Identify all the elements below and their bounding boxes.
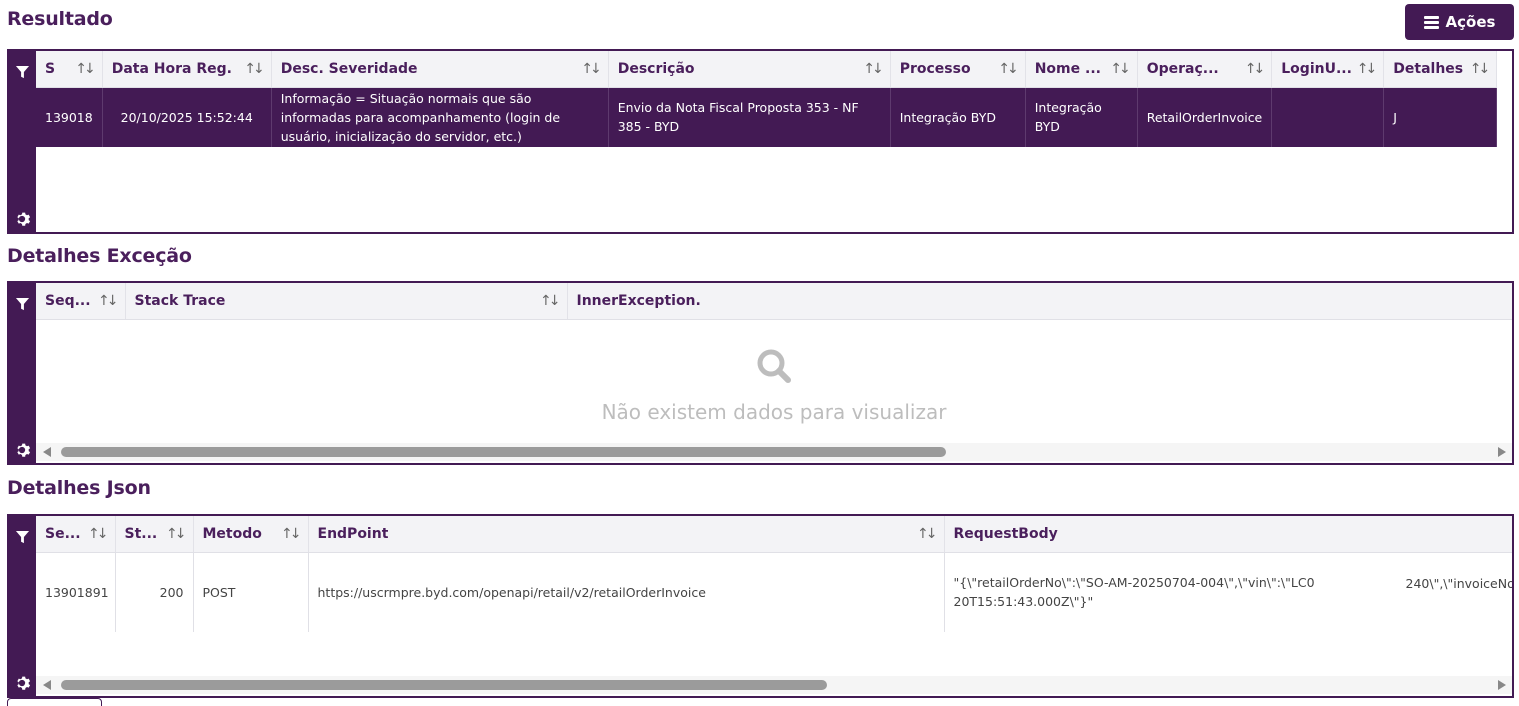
col-header-detalhes[interactable]: Detalhes ↑↓	[1383, 51, 1498, 88]
col-header-login[interactable]: LoginU... ↑↓	[1271, 51, 1385, 88]
json-grid: Se... ↑↓ St... ↑↓ Metodo ↑↓ EndPoint ↑↓ Requ…	[7, 514, 1514, 698]
search-icon	[757, 349, 791, 383]
cell-seq: 13901891	[36, 552, 116, 632]
col-header-processo[interactable]: Processo ↑↓	[890, 51, 1026, 88]
cell-data-hora: 20/10/2025 15:52:44	[102, 87, 272, 147]
scroll-thumb[interactable]	[61, 447, 946, 457]
sort-icon[interactable]: ↑↓	[88, 526, 109, 542]
excecao-title: Detalhes Exceção	[7, 245, 192, 267]
sort-icon[interactable]: ↑↓	[98, 293, 119, 309]
cell-request-body: "{\"retailOrderNo\":\"SO-AM-20250704-004…	[944, 552, 1512, 632]
request-body-line-1b: 240\",\"invoiceNo	[1405, 575, 1513, 591]
sort-icon[interactable]: ↑↓	[281, 526, 302, 542]
actions-button[interactable]: Ações	[1405, 4, 1514, 40]
json-table: Se... ↑↓ St... ↑↓ Metodo ↑↓ EndPoint ↑↓ Requ…	[36, 516, 1512, 632]
resultado-table: S ↑↓ Data Hora Reg. ↑↓ Desc. Severidade ↑↓ …	[36, 51, 1498, 147]
cell-status: 200	[115, 552, 194, 632]
col-header-seq[interactable]: Se... ↑↓	[36, 516, 116, 553]
cell-operacao: RetailOrderInvoice	[1137, 87, 1273, 147]
col-header-stack-trace[interactable]: Stack Trace ↑↓	[125, 283, 568, 320]
sort-icon[interactable]: ↑↓	[1245, 61, 1266, 77]
gear-icon[interactable]	[13, 441, 31, 459]
col-header-descricao[interactable]: Descrição ↑↓	[608, 51, 891, 88]
json-title: Detalhes Json	[7, 477, 151, 499]
grid-sidebar	[9, 516, 36, 696]
col-header-severidade[interactable]: Desc. Severidade ↑↓	[271, 51, 609, 88]
cell-login	[1271, 87, 1385, 147]
cell-detalhes: J	[1383, 87, 1498, 147]
col-header-status[interactable]: St... ↑↓	[115, 516, 194, 553]
gear-icon[interactable]	[13, 210, 31, 228]
sort-icon[interactable]: ↑↓	[1357, 61, 1378, 77]
sort-icon[interactable]: ↑↓	[75, 61, 96, 77]
sort-icon[interactable]: ↑↓	[540, 293, 561, 309]
col-header-operacao[interactable]: Operaç... ↑↓	[1137, 51, 1273, 88]
resultado-title: Resultado	[7, 8, 113, 30]
request-body-line-2: 20T15:51:43.000Z\"}"	[953, 594, 1094, 610]
horizontal-scrollbar[interactable]	[36, 676, 1512, 694]
request-body-line-1: "{\"retailOrderNo\":\"SO-AM-20250704-004…	[953, 575, 1315, 591]
actions-label: Ações	[1445, 13, 1496, 31]
empty-message: Não existem dados para visualizar	[601, 400, 947, 424]
resultado-grid: S ↑↓ Data Hora Reg. ↑↓ Desc. Severidade ↑↓ …	[7, 49, 1514, 234]
gear-icon[interactable]	[13, 674, 31, 692]
col-header-nome[interactable]: Nome ... ↑↓	[1025, 51, 1138, 88]
col-header-metodo[interactable]: Metodo ↑↓	[193, 516, 309, 553]
sort-icon[interactable]: ↑↓	[581, 61, 602, 77]
cell-severidade: Informação = Situação normais que são in…	[271, 87, 609, 147]
col-header-endpoint[interactable]: EndPoint ↑↓	[308, 516, 945, 553]
col-header-data-hora[interactable]: Data Hora Reg. ↑↓	[102, 51, 272, 88]
excecao-table: Seq... ↑↓ Stack Trace ↑↓ InnerException.	[36, 283, 1512, 320]
scroll-thumb[interactable]	[61, 680, 827, 690]
cell-endpoint: https://uscrmpre.byd.com/openapi/retail/…	[308, 552, 945, 632]
sort-icon[interactable]: ↑↓	[863, 61, 884, 77]
sort-icon[interactable]: ↑↓	[166, 526, 187, 542]
filter-icon[interactable]	[15, 65, 30, 80]
scroll-left-icon[interactable]	[43, 447, 51, 457]
empty-state: Não existem dados para visualizar	[36, 347, 1512, 424]
cell-descricao: Envio da Nota Fiscal Proposta 353 - NF 3…	[608, 87, 891, 147]
filter-icon[interactable]	[15, 530, 30, 545]
scroll-right-icon[interactable]	[1498, 680, 1506, 690]
grid-sidebar	[9, 283, 36, 463]
col-header-request-body[interactable]: RequestBody	[944, 516, 1512, 553]
sort-icon[interactable]: ↑↓	[1110, 61, 1131, 77]
menu-icon	[1423, 16, 1439, 29]
table-row[interactable]: 139018 20/10/2025 15:52:44 Informação = …	[36, 87, 1498, 147]
sort-icon[interactable]: ↑↓	[998, 61, 1019, 77]
filter-icon[interactable]	[15, 297, 30, 312]
col-header-seq[interactable]: Seq... ↑↓	[36, 283, 126, 320]
col-header-s[interactable]: S ↑↓	[36, 51, 103, 88]
table-row[interactable]: 13901891 200 POST https://uscrmpre.byd.c…	[36, 552, 1512, 632]
sort-icon[interactable]: ↑↓	[244, 61, 265, 77]
cell-processo: Integração BYD	[890, 87, 1026, 147]
sort-icon[interactable]: ↑↓	[1470, 61, 1491, 77]
scroll-right-icon[interactable]	[1498, 447, 1506, 457]
cell-nome: Integração BYD	[1025, 87, 1138, 147]
horizontal-scrollbar[interactable]	[36, 443, 1512, 461]
grid-sidebar	[9, 51, 36, 232]
cell-seq: 139018	[36, 87, 103, 147]
bottom-button[interactable]	[7, 698, 102, 706]
sort-icon[interactable]: ↑↓	[917, 526, 938, 542]
excecao-grid: Seq... ↑↓ Stack Trace ↑↓ InnerException. N…	[7, 281, 1514, 465]
cell-metodo: POST	[193, 552, 309, 632]
col-header-inner-exception[interactable]: InnerException.	[567, 283, 1512, 320]
scroll-left-icon[interactable]	[43, 680, 51, 690]
